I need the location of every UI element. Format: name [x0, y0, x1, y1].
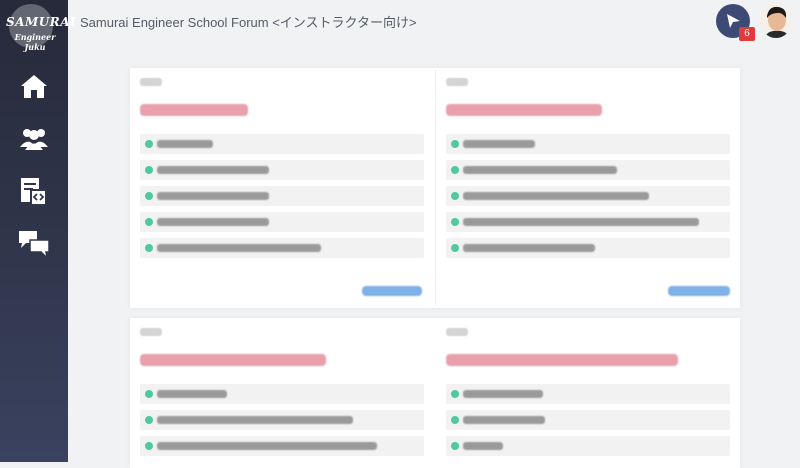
- category-date: [446, 78, 468, 86]
- more-link[interactable]: [362, 286, 422, 296]
- sidebar-item-chat[interactable]: [14, 226, 54, 262]
- list-item-text: [463, 244, 595, 252]
- status-dot: [145, 218, 153, 226]
- list-item[interactable]: [140, 436, 424, 456]
- list-item[interactable]: [140, 134, 424, 154]
- list-item[interactable]: [140, 160, 424, 180]
- category-title-link[interactable]: [446, 354, 678, 366]
- category-card: [130, 68, 434, 308]
- category-card: [436, 318, 740, 468]
- list-item[interactable]: [446, 384, 730, 404]
- users-icon: [20, 129, 48, 150]
- category-title-link[interactable]: [140, 104, 248, 116]
- list-item[interactable]: [446, 212, 730, 232]
- status-dot: [145, 166, 153, 174]
- list-item-text: [157, 140, 213, 148]
- category-card: [130, 318, 434, 468]
- code-document-icon: [21, 178, 47, 206]
- list-item-text: [157, 166, 269, 174]
- more-link[interactable]: [668, 286, 730, 296]
- list-item[interactable]: [446, 436, 730, 456]
- category-card: [436, 68, 740, 308]
- status-dot: [451, 166, 459, 174]
- list-item[interactable]: [140, 384, 424, 404]
- status-dot: [145, 442, 153, 450]
- status-dot: [451, 140, 459, 148]
- status-dot: [451, 390, 459, 398]
- category-date: [140, 328, 162, 336]
- list-item[interactable]: [446, 238, 730, 258]
- avatar-image: [760, 4, 792, 38]
- sidebar-item-home[interactable]: [14, 68, 54, 104]
- status-dot: [145, 140, 153, 148]
- status-dot: [145, 244, 153, 252]
- list-item[interactable]: [140, 238, 424, 258]
- status-dot: [451, 442, 459, 450]
- notification-count-badge: 6: [739, 27, 755, 41]
- user-avatar[interactable]: [760, 4, 792, 38]
- list-item[interactable]: [140, 410, 424, 430]
- logo-line2: Engineer Juku: [14, 32, 56, 52]
- list-item-text: [463, 140, 535, 148]
- list-item-text: [157, 244, 321, 252]
- list-item-text: [463, 416, 545, 424]
- sidebar: SAMURAI Engineer Juku: [0, 0, 76, 462]
- list-item-text: [463, 166, 617, 174]
- status-dot: [145, 416, 153, 424]
- list-item[interactable]: [446, 410, 730, 430]
- list-item-text: [463, 442, 503, 450]
- sidebar-item-users[interactable]: [14, 120, 54, 156]
- list-item[interactable]: [446, 186, 730, 206]
- list-item-text: [157, 390, 227, 398]
- list-item[interactable]: [140, 212, 424, 232]
- status-dot: [451, 192, 459, 200]
- sidebar-item-code[interactable]: [14, 174, 54, 210]
- category-date: [446, 328, 468, 336]
- status-dot: [451, 218, 459, 226]
- list-item-text: [157, 442, 377, 450]
- status-dot: [145, 192, 153, 200]
- top-bar: Samurai Engineer School Forum <インストラクター向…: [68, 0, 800, 44]
- list-item[interactable]: [446, 160, 730, 180]
- category-title-link[interactable]: [140, 354, 326, 366]
- list-item[interactable]: [446, 134, 730, 154]
- status-dot: [451, 416, 459, 424]
- list-item-text: [463, 218, 699, 226]
- chat-icon: [19, 231, 50, 260]
- status-dot: [145, 390, 153, 398]
- category-title-link[interactable]: [446, 104, 602, 116]
- home-icon: [21, 75, 47, 98]
- list-item-text: [463, 390, 543, 398]
- list-item-text: [463, 192, 649, 200]
- list-item-text: [157, 218, 269, 226]
- logo[interactable]: SAMURAI Engineer Juku: [6, 4, 76, 52]
- logo-line1: SAMURAI: [6, 15, 77, 29]
- page-title: Samurai Engineer School Forum <インストラクター向…: [80, 15, 417, 30]
- category-date: [140, 78, 162, 86]
- list-item-text: [157, 416, 353, 424]
- list-item-text: [157, 192, 269, 200]
- status-dot: [451, 244, 459, 252]
- list-item[interactable]: [140, 186, 424, 206]
